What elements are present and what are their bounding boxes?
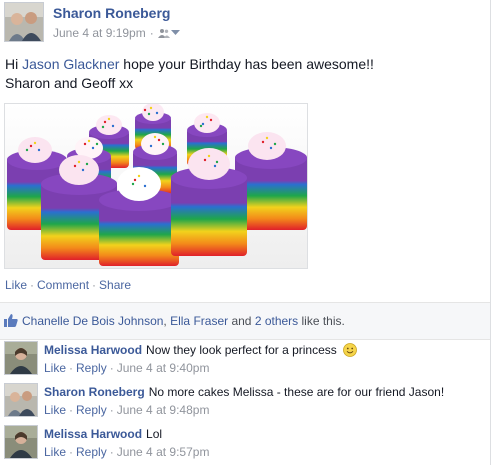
post-text: Hi Jason Glackner hope your Birthday has…	[5, 55, 374, 93]
comment-meta: Like · Reply · June 4 at 9:57pm	[44, 445, 209, 459]
share-button[interactable]: Share	[99, 278, 131, 292]
likes-suffix: like this.	[298, 314, 345, 328]
friends-icon	[157, 29, 170, 38]
tagged-friend-link[interactable]: Jason Glackner	[22, 56, 119, 72]
meta-separator: ·	[109, 403, 114, 417]
liker-link[interactable]: Chanelle De Bois Johnson	[22, 314, 163, 328]
meta-separator: ·	[109, 361, 114, 375]
comment-reply-button[interactable]: Reply	[76, 361, 107, 375]
smiley-emoji-icon	[343, 343, 358, 357]
likes-summary: Chanelle De Bois Johnson, Ella Fraser an…	[0, 302, 490, 340]
action-separator: ·	[30, 278, 35, 292]
comment-text: No more cakes Melissa - these are for ou…	[148, 385, 445, 399]
rainbow-cakes-image	[5, 103, 307, 268]
comment-meta: Like · Reply · June 4 at 9:40pm	[44, 361, 209, 375]
comment-timestamp[interactable]: June 4 at 9:48pm	[117, 403, 210, 417]
comment-reply-button[interactable]: Reply	[76, 403, 107, 417]
post-text-signoff: Sharon and Geoff xx	[5, 75, 134, 91]
likes-text: Chanelle De Bois Johnson, Ella Fraser an…	[22, 314, 345, 328]
comment-timestamp[interactable]: June 4 at 9:40pm	[117, 361, 210, 375]
comment-author[interactable]: Melissa Harwood Lol	[44, 427, 162, 441]
chevron-down-icon	[170, 30, 180, 35]
comment-button[interactable]: Comment	[37, 278, 89, 292]
meta-separator: ·	[69, 445, 74, 459]
post-meta: June 4 at 9:19pm ·	[53, 26, 180, 40]
comment-author[interactable]: Sharon Roneberg No more cakes Melissa - t…	[44, 385, 444, 399]
post-actions: Like · Comment · Share	[5, 278, 131, 292]
commenter-avatar[interactable]	[4, 425, 38, 459]
likes-and: and	[228, 314, 255, 328]
post-timestamp[interactable]: June 4 at 9:19pm	[53, 26, 146, 40]
meta-separator: ·	[149, 26, 154, 40]
post-text-body: hope your Birthday has been awesome!!	[119, 56, 374, 72]
post-text-greeting: Hi	[5, 56, 23, 72]
comment-like-button[interactable]: Like	[44, 403, 66, 417]
post-photo[interactable]	[4, 103, 308, 269]
thumbs-up-icon	[4, 314, 18, 327]
feed-post: Sharon Roneberg June 4 at 9:19pm · Hi Ja…	[0, 0, 491, 465]
comment-reply-button[interactable]: Reply	[76, 445, 107, 459]
comment-author[interactable]: Melissa Harwood Now they look perfect for…	[44, 343, 358, 357]
comment-like-button[interactable]: Like	[44, 361, 66, 375]
meta-separator: ·	[109, 445, 114, 459]
comment-meta: Like · Reply · June 4 at 9:48pm	[44, 403, 209, 417]
commenter-avatar[interactable]	[4, 341, 38, 375]
comment-timestamp[interactable]: June 4 at 9:57pm	[117, 445, 210, 459]
comment-author-name[interactable]: Melissa Harwood	[44, 427, 142, 441]
comment-text: Now they look perfect for a princess	[146, 343, 337, 357]
author-avatar[interactable]	[4, 2, 44, 42]
audience-selector[interactable]	[157, 28, 180, 38]
action-separator: ·	[92, 278, 97, 292]
meta-separator: ·	[69, 361, 74, 375]
comment-author-name[interactable]: Sharon Roneberg	[44, 385, 145, 399]
comment-like-button[interactable]: Like	[44, 445, 66, 459]
like-button[interactable]: Like	[5, 278, 27, 292]
comment-text: Lol	[146, 427, 163, 441]
post-author-name[interactable]: Sharon Roneberg	[53, 5, 170, 21]
liker-link[interactable]: Ella Fraser	[170, 314, 228, 328]
comment-author-name[interactable]: Melissa Harwood	[44, 343, 142, 357]
commenter-avatar[interactable]	[4, 383, 38, 417]
likers-others-link[interactable]: 2 others	[255, 314, 298, 328]
meta-separator: ·	[69, 403, 74, 417]
